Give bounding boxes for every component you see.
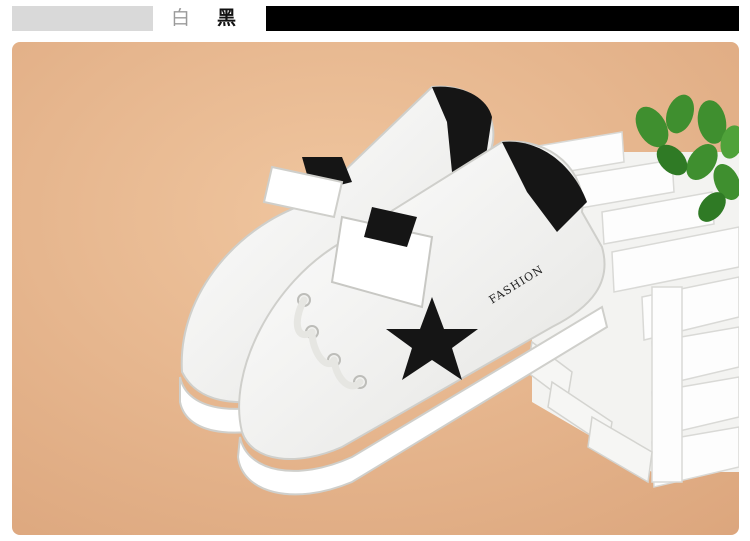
color-label-black: 黑 [217,7,237,29]
white-swatch-bar [12,6,153,31]
product-photo: FASHION [12,42,739,535]
color-label-white: 白 [171,7,191,29]
product-photo-illustration: FASHION [12,42,739,535]
black-swatch-bar [266,6,739,31]
color-options-header: 白 黑 [0,0,750,34]
